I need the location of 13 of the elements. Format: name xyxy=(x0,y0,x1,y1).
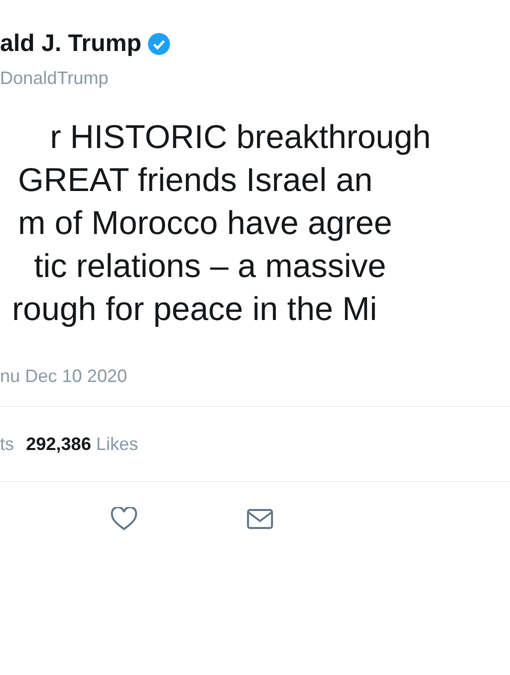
author-handle: DonaldTrump xyxy=(0,68,110,89)
tweet-text-line: m of Morocco have agree xyxy=(18,203,392,243)
tweet-text-line: GREAT friends Israel an xyxy=(18,160,373,200)
stat-label[interactable]: ts xyxy=(0,434,14,454)
like-icon[interactable] xyxy=(110,507,138,531)
stat-label[interactable]: Likes xyxy=(96,434,138,454)
author-name: ald J. Trump xyxy=(0,30,142,58)
mail-icon[interactable] xyxy=(246,507,274,531)
like-count: 292,386 xyxy=(26,434,92,454)
tweet-text-line: tic relations – a massive xyxy=(34,246,386,286)
tweet-text-line: rough for peace in the Mi xyxy=(12,289,378,329)
tweet-timestamp: nu Dec 10 2020 xyxy=(0,366,128,388)
tweet-text-line: r HISTORIC breakthrough xyxy=(50,117,431,157)
